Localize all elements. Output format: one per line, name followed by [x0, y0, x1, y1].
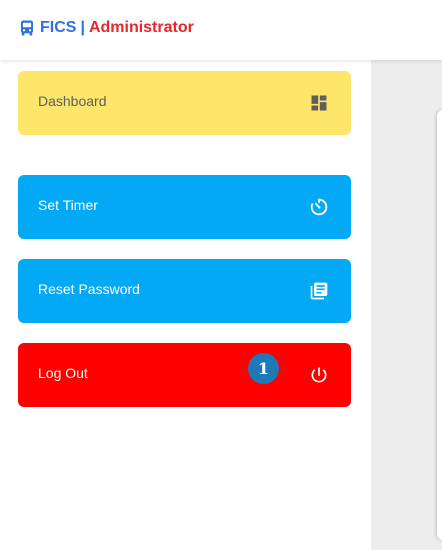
notification-badge: 1 — [248, 353, 279, 384]
brand[interactable]: FICS | Administrator — [18, 19, 194, 37]
sidebar-item-reset-password[interactable]: Reset Password — [18, 259, 351, 323]
user-role: Administrator — [88, 19, 194, 36]
sidebar-item-log-out[interactable]: Log Out — [18, 343, 351, 407]
timer-icon — [310, 198, 328, 216]
bus-icon — [21, 20, 33, 36]
sidebar-item-set-timer[interactable]: Set Timer — [18, 175, 351, 239]
sidebar-item-label: Log Out — [38, 365, 88, 381]
brand-separator: | — [80, 19, 85, 36]
page: FICS | Administrator Dashboard Set Timer… — [0, 0, 442, 550]
content-panel — [437, 110, 442, 540]
power-icon — [311, 367, 327, 383]
top-bar: FICS | Administrator — [0, 0, 442, 60]
main-content — [371, 60, 442, 550]
library-books-icon — [310, 282, 328, 300]
sidebar-item-label: Dashboard — [38, 93, 107, 109]
app-name: FICS — [40, 19, 77, 36]
sidebar-item-label: Set Timer — [38, 197, 98, 213]
sidebar-item-label: Reset Password — [38, 281, 140, 297]
sidebar-item-dashboard[interactable]: Dashboard — [18, 71, 351, 135]
dashboard-icon — [311, 95, 327, 111]
